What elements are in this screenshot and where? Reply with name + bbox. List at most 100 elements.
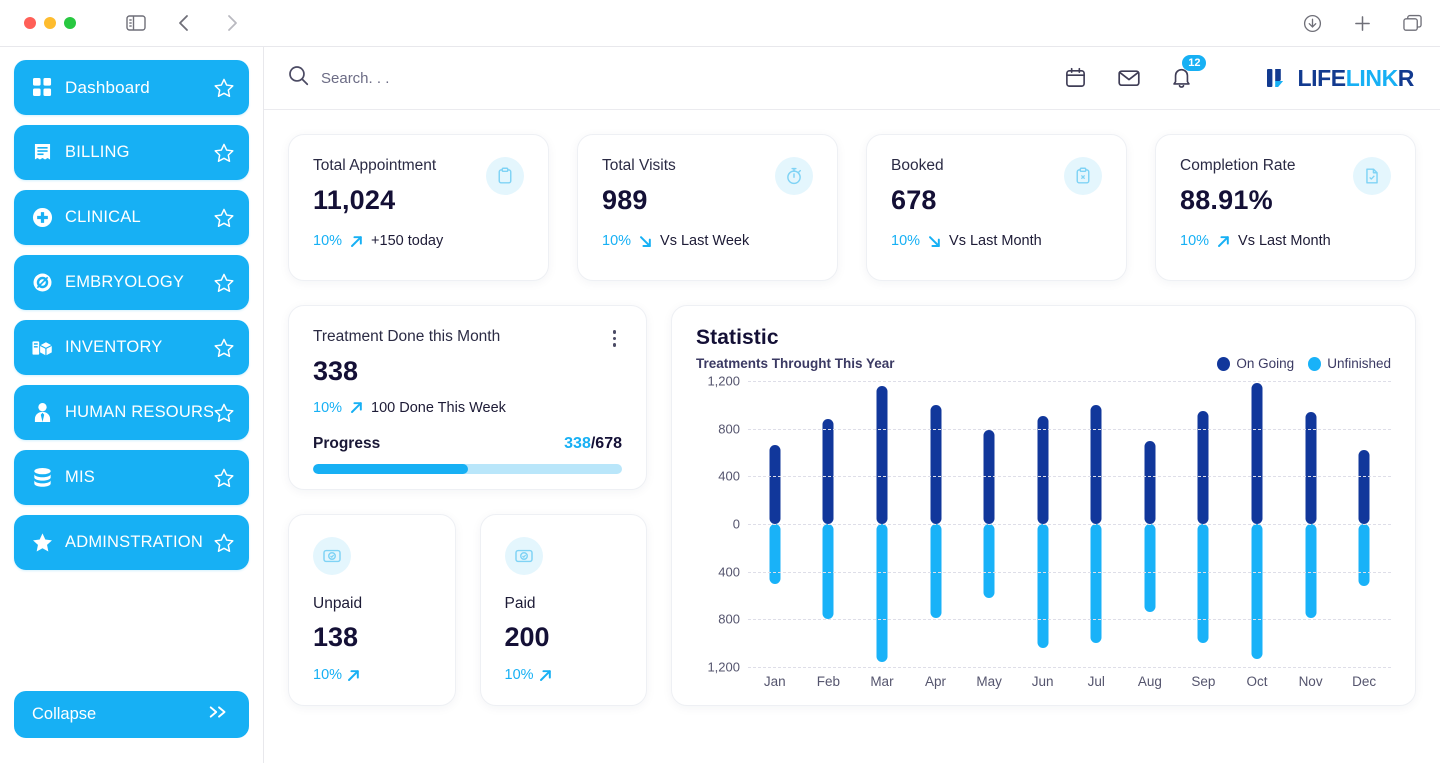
notification-badge: 12: [1182, 55, 1207, 71]
star-outline-icon[interactable]: [213, 272, 235, 294]
bar-on-going[interactable]: [1251, 383, 1263, 524]
sidebar-item-human-resourse[interactable]: HUMAN RESOURSE: [14, 385, 249, 440]
payment-percent: 10%: [504, 667, 534, 683]
bar-on-going[interactable]: [1037, 415, 1049, 524]
star-outline-icon[interactable]: [213, 77, 235, 99]
sidebar-item-inventory[interactable]: INVENTORY: [14, 320, 249, 375]
search-bar[interactable]: [288, 65, 1064, 91]
star-outline-icon[interactable]: [213, 337, 235, 359]
legend-label: On Going: [1236, 356, 1295, 371]
bar-unfinished[interactable]: [876, 524, 888, 663]
payment-value: 200: [504, 622, 550, 652]
trend-down-arrow-icon: [638, 234, 653, 249]
star-outline-icon[interactable]: [213, 142, 235, 164]
receipt-icon: [30, 141, 54, 165]
chart-plot-area: 1,200 800 400 0 400 800 1,200: [696, 374, 1391, 675]
star-filled-icon: [30, 531, 54, 555]
window-traffic-lights[interactable]: [24, 17, 76, 29]
progress-fraction: 338/678: [564, 435, 622, 453]
new-tab-icon[interactable]: [1350, 11, 1374, 35]
download-icon[interactable]: [1300, 11, 1324, 35]
bar-on-going[interactable]: [1144, 440, 1156, 524]
x-axis-tick-label: Aug: [1137, 674, 1162, 689]
payment-percent: 10%: [313, 667, 343, 683]
sidebar-panel-icon[interactable]: [124, 11, 148, 35]
forward-navigation-icon[interactable]: [220, 11, 244, 35]
bar-unfinished[interactable]: [983, 524, 995, 598]
chart-subtitle: Treatments Throught This Year: [696, 356, 895, 371]
sidebar-item-label: CLINICAL: [65, 208, 141, 226]
browser-chrome: [0, 0, 1440, 47]
x-axis-tick-label: Apr: [925, 674, 947, 689]
sidebar-collapse-button[interactable]: Collapse: [14, 691, 249, 738]
bar-unfinished[interactable]: [1144, 524, 1156, 613]
sidebar-item-label: MIS: [65, 468, 95, 486]
treatment-value: 338: [313, 355, 359, 386]
logo-text: LIFELINKR: [1297, 65, 1414, 92]
bell-icon[interactable]: 12: [1170, 55, 1207, 90]
kpi-subtext: Vs Last Week: [660, 233, 750, 249]
bar-on-going[interactable]: [1090, 404, 1102, 524]
minimize-window-button[interactable]: [44, 17, 56, 29]
bar-unfinished[interactable]: [1197, 524, 1209, 644]
bar-unfinished[interactable]: [769, 524, 781, 584]
search-icon: [288, 65, 309, 91]
bar-unfinished[interactable]: [1251, 524, 1263, 659]
treatment-footer: 10% 100 Done This Week: [313, 400, 622, 416]
y-axis-tick-label: 1,200: [707, 373, 740, 389]
lifelinkr-logo: LIFELINKR: [1267, 65, 1414, 92]
close-window-button[interactable]: [24, 17, 36, 29]
tab-overview-icon[interactable]: [1400, 11, 1424, 35]
y-axis-tick-label: 800: [718, 421, 740, 437]
file-check-icon: [1353, 157, 1391, 195]
payment-title: Unpaid: [313, 595, 363, 612]
y-axis-tick-label: 800: [718, 611, 740, 627]
bar-unfinished[interactable]: [1037, 524, 1049, 648]
bar-on-going[interactable]: [876, 385, 888, 524]
bar-unfinished[interactable]: [1358, 524, 1370, 586]
kpi-footer: 10% Vs Last Month: [1180, 233, 1391, 249]
bar-on-going[interactable]: [1358, 450, 1370, 524]
bar-on-going[interactable]: [930, 404, 942, 524]
star-outline-icon[interactable]: [213, 402, 235, 424]
back-navigation-icon[interactable]: [172, 11, 196, 35]
sidebar-item-label: HUMAN RESOURSE: [65, 403, 213, 421]
progress-label: Progress: [313, 434, 381, 452]
chart-x-axis: Jan Feb Mar Apr May Jun Jul Aug Sep Oct Nov Dec: [748, 674, 1391, 689]
payment-cards-row: Unpaid 138 10% Paid 200 10%: [288, 514, 647, 706]
x-axis-tick-label: Sep: [1191, 674, 1216, 689]
legend-item-unfinished[interactable]: Unfinished: [1308, 356, 1391, 371]
progress-bar-fill: [313, 463, 468, 474]
star-outline-icon[interactable]: [213, 207, 235, 229]
stopwatch-icon: [775, 157, 813, 195]
sidebar-item-label: EMBRYOLOGY: [65, 273, 185, 291]
sidebar-nav: Dashboard BILLING CLINICAL EMBRYOLOGY IN…: [0, 60, 263, 570]
bar-unfinished[interactable]: [1090, 524, 1102, 644]
treatment-subtext: 100 Done This Week: [371, 399, 506, 416]
sidebar-item-mis[interactable]: MIS: [14, 450, 249, 505]
sidebar-item-adminstration[interactable]: ADMINSTRATION: [14, 515, 249, 570]
search-input[interactable]: [321, 69, 641, 87]
bar-on-going[interactable]: [822, 419, 834, 524]
kpi-percent: 10%: [602, 233, 632, 249]
maximize-window-button[interactable]: [64, 17, 76, 29]
calendar-icon[interactable]: [1064, 66, 1088, 90]
trend-up-arrow-icon: [538, 668, 553, 683]
star-outline-icon[interactable]: [213, 532, 235, 554]
clipboard-icon: [486, 157, 524, 195]
left-column: Treatment Done this Month 338 10% 100 Do…: [288, 305, 647, 706]
sidebar-item-clinical[interactable]: CLINICAL: [14, 190, 249, 245]
double-chevron-right-icon: [207, 704, 231, 725]
sidebar-item-embryology[interactable]: EMBRYOLOGY: [14, 255, 249, 310]
legend-item-on-going[interactable]: On Going: [1217, 356, 1294, 371]
grid-line: [748, 619, 1391, 621]
x-axis-tick-label: Mar: [870, 674, 894, 689]
kebab-menu-icon[interactable]: [607, 328, 623, 349]
bar-on-going[interactable]: [769, 445, 781, 524]
star-outline-icon[interactable]: [213, 467, 235, 489]
sidebar-item-label: INVENTORY: [65, 338, 163, 356]
sidebar-item-billing[interactable]: BILLING: [14, 125, 249, 180]
sidebar-item-dashboard[interactable]: Dashboard: [14, 60, 249, 115]
logo-text-part2: LINK: [1345, 64, 1398, 91]
envelope-icon[interactable]: [1117, 66, 1141, 90]
